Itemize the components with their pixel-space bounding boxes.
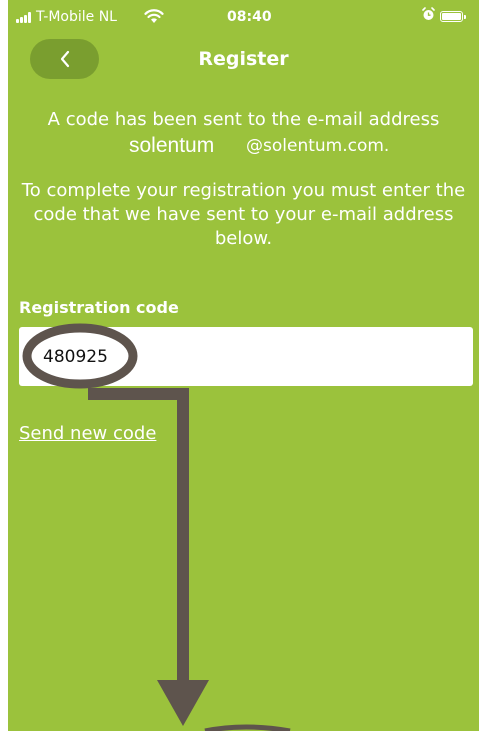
annotation-arrow-line	[88, 388, 189, 684]
annotation-circle	[22, 323, 138, 389]
annotation-overlay	[22, 323, 291, 731]
annotation-arrow-head	[157, 680, 209, 726]
annotation-circle-partial	[204, 724, 291, 731]
